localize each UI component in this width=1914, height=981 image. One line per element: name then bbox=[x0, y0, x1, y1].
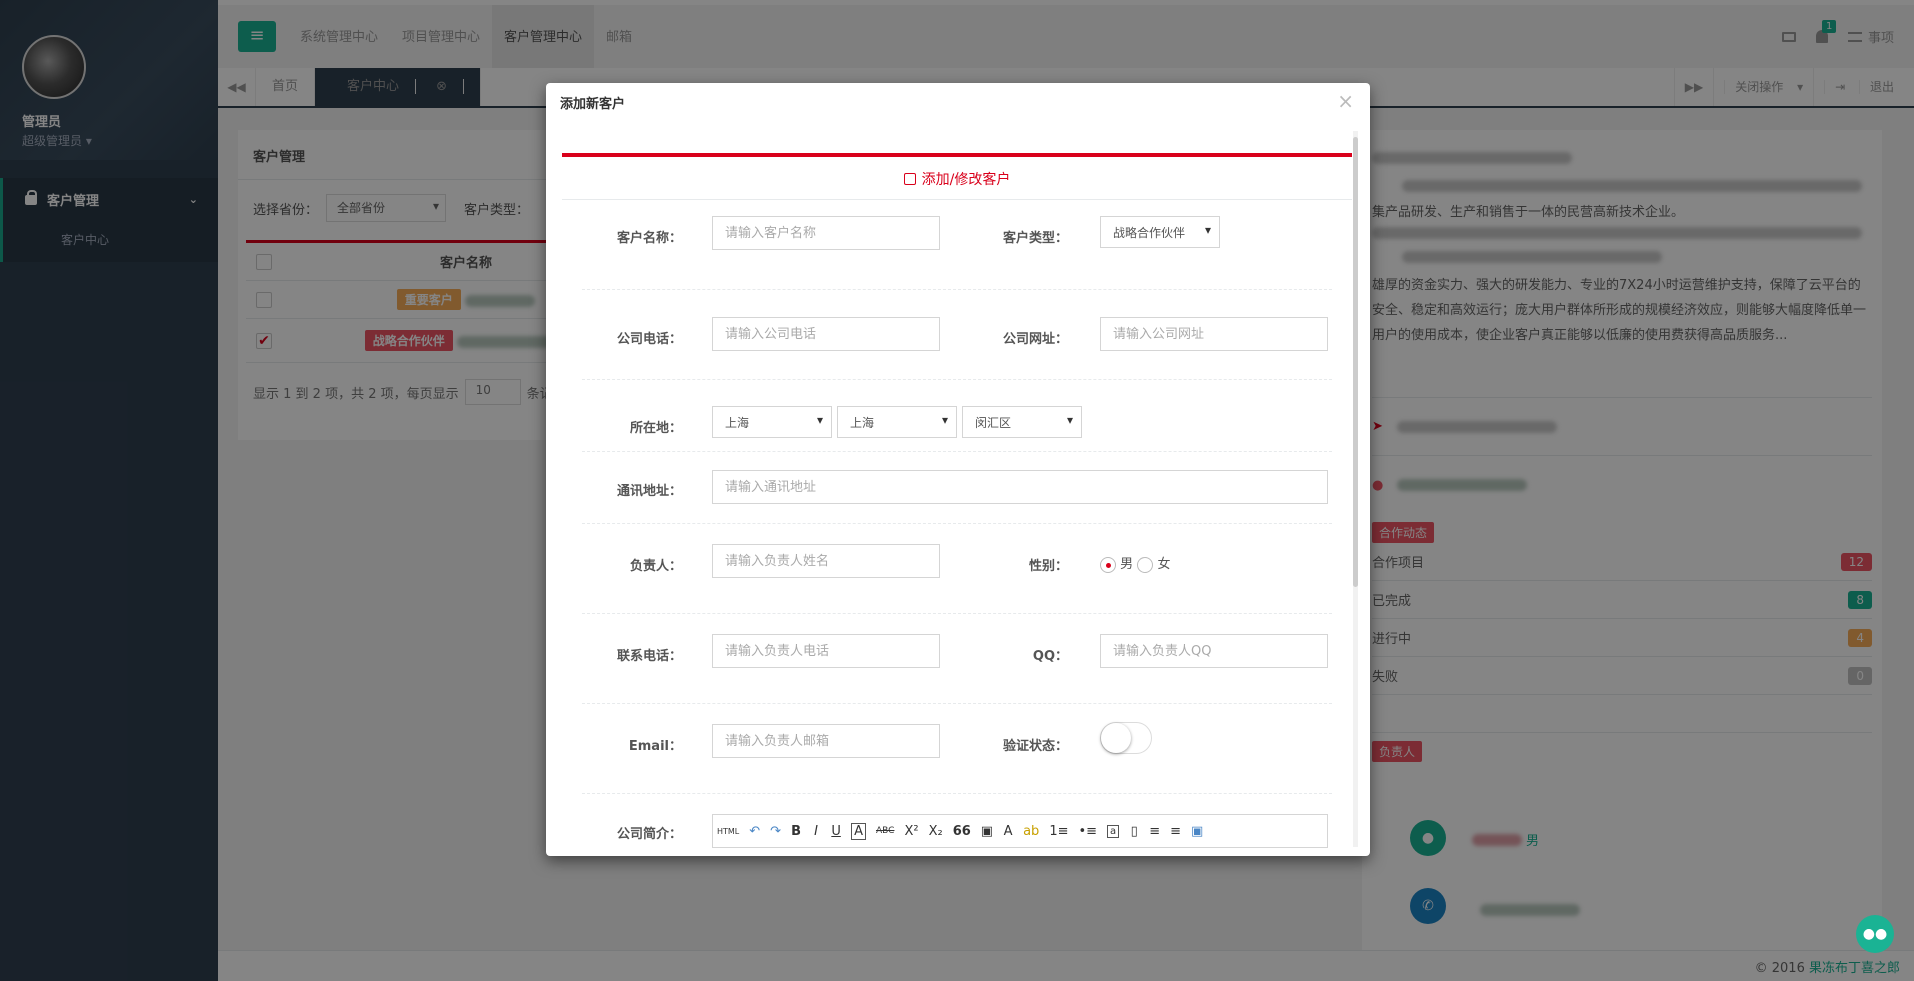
gender-female-label: 女 bbox=[1157, 557, 1171, 572]
address-input[interactable] bbox=[712, 470, 1328, 504]
font-border-icon[interactable]: A bbox=[851, 822, 866, 840]
gender-radio-group: 男 女 bbox=[1100, 553, 1170, 573]
city-select[interactable]: 上海 bbox=[837, 406, 957, 438]
location-label: 所在地： bbox=[629, 421, 682, 436]
superscript-icon[interactable]: X² bbox=[904, 824, 918, 839]
form-row: 通讯地址： bbox=[582, 452, 1332, 524]
district-select[interactable]: 闵汇区 bbox=[962, 406, 1082, 438]
paste-format-icon[interactable]: ▣ bbox=[981, 824, 993, 839]
address-label: 通讯地址： bbox=[616, 484, 682, 499]
modal-title: 添加新客户 bbox=[560, 97, 626, 112]
add-customer-modal: 添加新客户 × 添加/修改客户 客户名称： 客户类型： 战略合作伙伴 公司电话：… bbox=[546, 83, 1370, 856]
gender-label: 性别： bbox=[1028, 559, 1068, 574]
qq-label: QQ： bbox=[1032, 649, 1068, 664]
gender-male-radio[interactable] bbox=[1100, 556, 1116, 573]
font-color-icon[interactable]: A bbox=[1003, 824, 1013, 839]
form-row: 负责人： 性别： 男 女 bbox=[582, 524, 1332, 614]
province-select[interactable]: 上海 bbox=[712, 406, 832, 438]
form-title-text: 添加/修改客户 bbox=[921, 172, 1011, 188]
toggle-knob bbox=[1101, 723, 1131, 753]
form-row: 公司电话： 公司网址： bbox=[582, 290, 1332, 380]
contact-phone-label: 联系电话： bbox=[616, 649, 682, 664]
edit-icon bbox=[903, 173, 916, 185]
html-source-button[interactable]: HTML bbox=[717, 827, 739, 836]
subscript-icon[interactable]: X₂ bbox=[929, 824, 943, 839]
row-spacing-icon[interactable]: ≡ bbox=[1149, 824, 1160, 839]
strikethrough-icon[interactable]: ABC bbox=[876, 826, 894, 836]
unordered-list-icon[interactable]: •≡ bbox=[1078, 824, 1097, 839]
form-row: 客户名称： 客户类型： 战略合作伙伴 bbox=[582, 200, 1332, 290]
owner-label: 负责人： bbox=[629, 559, 682, 574]
highlight-icon[interactable]: ab bbox=[1023, 824, 1039, 839]
customer-type-label: 客户类型： bbox=[1002, 231, 1068, 246]
select-all-icon[interactable]: a bbox=[1107, 824, 1120, 838]
scrollbar-thumb[interactable] bbox=[1353, 137, 1358, 587]
form-title: 添加/修改客户 bbox=[562, 157, 1352, 200]
customer-name-label: 客户名称： bbox=[616, 231, 682, 246]
email-input[interactable] bbox=[712, 724, 940, 758]
close-icon[interactable]: × bbox=[1337, 89, 1354, 113]
company-phone-label: 公司电话： bbox=[616, 332, 682, 347]
scrollbar[interactable] bbox=[1353, 131, 1358, 847]
clear-doc-icon[interactable]: ▯ bbox=[1129, 824, 1139, 839]
redo-icon[interactable]: ↷ bbox=[770, 824, 781, 839]
verify-toggle[interactable] bbox=[1100, 722, 1152, 754]
company-phone-input[interactable] bbox=[712, 317, 940, 351]
blockquote-icon[interactable]: 66 bbox=[953, 824, 971, 839]
line-height-icon[interactable]: ≡ bbox=[1170, 824, 1181, 839]
qq-input[interactable] bbox=[1100, 634, 1328, 668]
gender-female-radio[interactable] bbox=[1137, 556, 1154, 573]
undo-icon[interactable]: ↶ bbox=[749, 824, 760, 839]
ordered-list-icon[interactable]: 1≡ bbox=[1049, 824, 1068, 839]
form-row: 联系电话： QQ： bbox=[582, 614, 1332, 704]
rich-text-toolbar: HTML ↶ ↷ B I U A ABC X² X₂ 66 ▣ A ab 1≡ … bbox=[712, 814, 1328, 848]
preview-icon[interactable]: ▣ bbox=[1191, 824, 1203, 839]
modal-header: 添加新客户 × bbox=[546, 83, 1370, 121]
verify-label: 验证状态： bbox=[1002, 739, 1068, 754]
form-row: 公司简介： HTML ↶ ↷ B I U A ABC X² X₂ 66 ▣ A … bbox=[582, 814, 1332, 856]
form-row: Email： 验证状态： bbox=[582, 704, 1332, 794]
underline-icon[interactable]: U bbox=[831, 824, 841, 839]
bold-icon[interactable]: B bbox=[791, 824, 801, 839]
gender-male-label: 男 bbox=[1120, 557, 1134, 572]
form-row: 所在地： 上海 上海 闵汇区 bbox=[582, 380, 1332, 452]
italic-icon[interactable]: I bbox=[811, 824, 821, 839]
intro-label: 公司简介： bbox=[616, 827, 682, 842]
company-url-input[interactable] bbox=[1100, 317, 1328, 351]
customer-name-input[interactable] bbox=[712, 216, 940, 250]
contact-phone-input[interactable] bbox=[712, 634, 940, 668]
modal-body: 添加/修改客户 客户名称： 客户类型： 战略合作伙伴 公司电话： 公司网址： 所… bbox=[562, 131, 1352, 856]
chat-icon[interactable]: ●● bbox=[1856, 915, 1894, 953]
email-label: Email： bbox=[628, 739, 682, 754]
owner-name-input[interactable] bbox=[712, 544, 940, 578]
customer-type-select[interactable]: 战略合作伙伴 bbox=[1100, 216, 1220, 248]
company-url-label: 公司网址： bbox=[1002, 332, 1068, 347]
